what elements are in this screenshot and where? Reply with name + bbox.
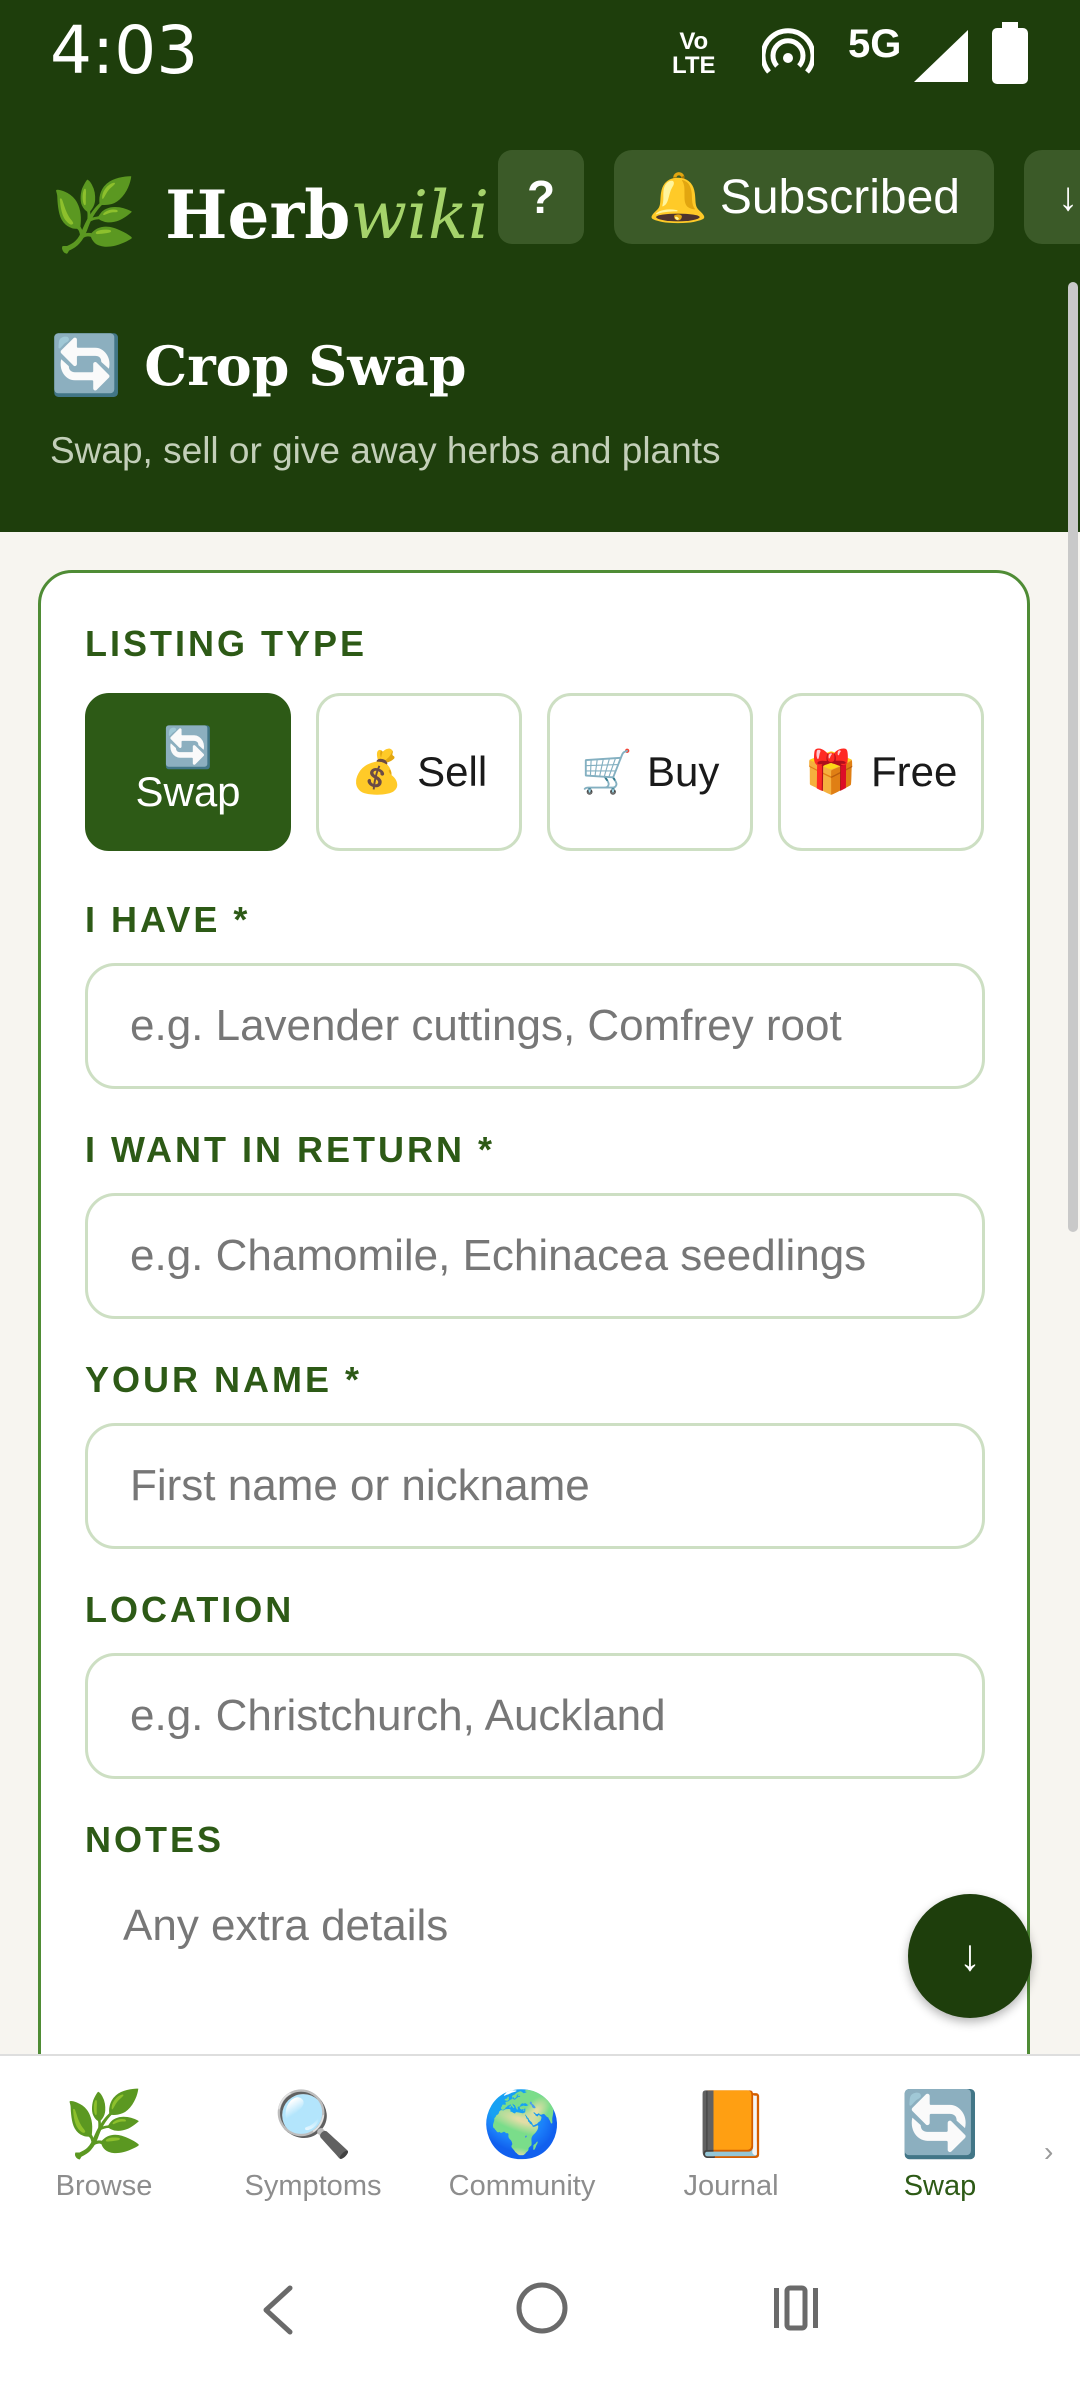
status-bar: 4:03 Vo LTE 5G: [0, 0, 1080, 120]
brand-logo[interactable]: 🌿 Herbwiki: [50, 160, 489, 270]
swap-form-card: LISTING TYPE 🔄 Swap 💰 Sell 🛒 Buy 🎁 Free …: [38, 570, 1030, 2110]
location-input[interactable]: [85, 1653, 985, 1779]
magnifier-icon: 🔍: [273, 2088, 353, 2160]
bottom-navigation: 🌿 Browse 🔍 Symptoms 🌍 Community 📙 Journa…: [0, 2054, 1080, 2220]
signal-icon: [914, 30, 968, 82]
type-free-button[interactable]: 🎁 Free: [778, 693, 984, 851]
type-swap-label: Swap: [135, 768, 241, 815]
herb-leaf-icon: 🌿: [50, 176, 138, 254]
swap-icon: 🔄: [50, 333, 123, 398]
swap-icon: 🔄: [900, 2088, 980, 2160]
hotspot-icon: [762, 28, 814, 74]
scroll-down-button[interactable]: ↓: [908, 1894, 1032, 2018]
battery-icon: [992, 22, 1028, 84]
page-title: 🔄 Crop Swap: [50, 332, 466, 400]
page-subtitle: Swap, sell or give away herbs and plants: [50, 430, 721, 471]
your-name-label: YOUR NAME *: [85, 1359, 363, 1400]
nav-symptoms-label: Symptoms: [244, 2170, 382, 2202]
notes-label: NOTES: [85, 1819, 225, 1860]
scrollbar[interactable]: [1068, 282, 1078, 1232]
i-want-label: I WANT IN RETURN *: [85, 1129, 495, 1170]
nav-journal-label: Journal: [683, 2170, 779, 2202]
type-sell-button[interactable]: 💰 Sell: [316, 693, 522, 851]
nav-symptoms[interactable]: 🔍 Symptoms: [223, 2092, 403, 2203]
nav-journal[interactable]: 📙 Journal: [641, 2092, 821, 2203]
subscribed-label: Subscribed: [719, 170, 960, 224]
globe-icon: 🌍: [482, 2088, 562, 2160]
help-button[interactable]: ?: [498, 150, 584, 244]
status-time: 4:03: [50, 12, 199, 89]
type-sell-label: Sell: [417, 748, 488, 795]
herb-icon: 🌿: [64, 2088, 144, 2160]
type-free-label: Free: [870, 748, 958, 795]
back-icon[interactable]: [252, 2282, 308, 2338]
nav-swap[interactable]: 🔄 Swap: [850, 2092, 1030, 2203]
gift-icon: 🎁: [804, 747, 857, 795]
subscribed-button[interactable]: 🔔 Subscribed: [614, 150, 994, 244]
download-button[interactable]: ↓: [1024, 150, 1080, 244]
volte-icon: Vo LTE: [672, 28, 716, 79]
swap-icon: 🔄: [163, 726, 213, 770]
cart-icon: 🛒: [580, 747, 633, 795]
location-label: LOCATION: [85, 1589, 295, 1630]
notebook-icon: 📙: [691, 2088, 771, 2160]
your-name-input[interactable]: [85, 1423, 985, 1549]
page-title-text: Crop Swap: [144, 334, 467, 398]
network-type: 5G: [848, 22, 902, 66]
i-have-label: I HAVE *: [85, 899, 251, 940]
i-have-input[interactable]: [85, 963, 985, 1089]
listing-type-label: LISTING TYPE: [85, 623, 368, 664]
bell-icon: 🔔: [648, 171, 708, 225]
nav-community-label: Community: [448, 2170, 596, 2202]
nav-browse-label: Browse: [55, 2170, 153, 2202]
system-navigation-bar: [0, 2220, 1080, 2400]
nav-swap-label: Swap: [903, 2170, 977, 2202]
recent-apps-icon[interactable]: [768, 2280, 824, 2336]
i-want-input[interactable]: [85, 1193, 985, 1319]
app-header: 🌿 Herbwiki ? 🔔 Subscribed ↓ 🔄 Crop Swap …: [0, 120, 1080, 532]
type-buy-label: Buy: [646, 748, 720, 795]
type-swap-button[interactable]: 🔄 Swap: [85, 693, 291, 851]
type-buy-button[interactable]: 🛒 Buy: [547, 693, 753, 851]
brand-name: Herbwiki: [165, 176, 490, 254]
nav-browse[interactable]: 🌿 Browse: [14, 2092, 194, 2203]
nav-community[interactable]: 🌍 Community: [432, 2092, 612, 2203]
home-icon[interactable]: [514, 2280, 570, 2336]
chevron-right-icon[interactable]: ›: [1044, 2136, 1053, 2168]
money-bag-icon: 💰: [350, 747, 404, 795]
